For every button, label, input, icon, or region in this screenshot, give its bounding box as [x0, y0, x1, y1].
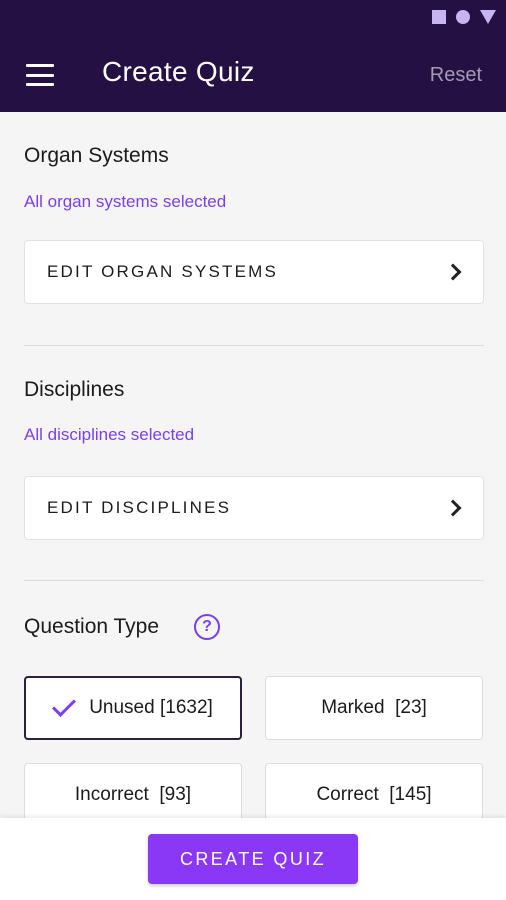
chevron-right-icon — [444, 263, 462, 281]
status-bar-icons — [432, 10, 496, 24]
disciplines-subtitle: All disciplines selected — [24, 425, 195, 444]
edit-organ-systems-button[interactable]: EDIT ORGAN SYSTEMS — [24, 240, 484, 304]
circle-icon — [456, 10, 470, 24]
chevron-right-icon — [444, 499, 462, 517]
bottom-bar: CREATE QUIZ — [0, 818, 506, 900]
organ-systems-title: Organ Systems — [24, 144, 169, 167]
question-type-label: Unused [1632] — [89, 697, 213, 718]
triangle-icon — [480, 10, 496, 24]
hamburger-icon[interactable] — [26, 64, 54, 86]
divider — [24, 345, 484, 346]
edit-disciplines-button[interactable]: EDIT DISCIPLINES — [24, 476, 484, 540]
check-icon — [52, 692, 77, 718]
reset-button[interactable]: Reset — [430, 64, 482, 87]
page-title: Create Quiz — [102, 56, 255, 87]
disciplines-title: Disciplines — [24, 378, 125, 401]
edit-organ-systems-label: EDIT ORGAN SYSTEMS — [47, 262, 279, 281]
help-circle-icon[interactable]: ? — [194, 614, 220, 640]
app-bar: Create Quiz Reset — [0, 0, 506, 112]
question-type-label: Correct [145] — [316, 784, 432, 805]
create-quiz-button[interactable]: CREATE QUIZ — [148, 834, 358, 884]
question-type-label: Incorrect [93] — [74, 784, 192, 805]
edit-disciplines-label: EDIT DISCIPLINES — [47, 498, 232, 517]
question-type-marked[interactable]: Marked [23] — [265, 676, 483, 740]
question-type-label: Marked [23] — [321, 697, 427, 718]
divider — [24, 580, 484, 581]
question-type-unused[interactable]: Unused [1632] — [24, 676, 242, 740]
question-type-title: Question Type — [24, 615, 160, 638]
organ-systems-subtitle: All organ systems selected — [24, 192, 227, 211]
square-icon — [432, 10, 446, 24]
